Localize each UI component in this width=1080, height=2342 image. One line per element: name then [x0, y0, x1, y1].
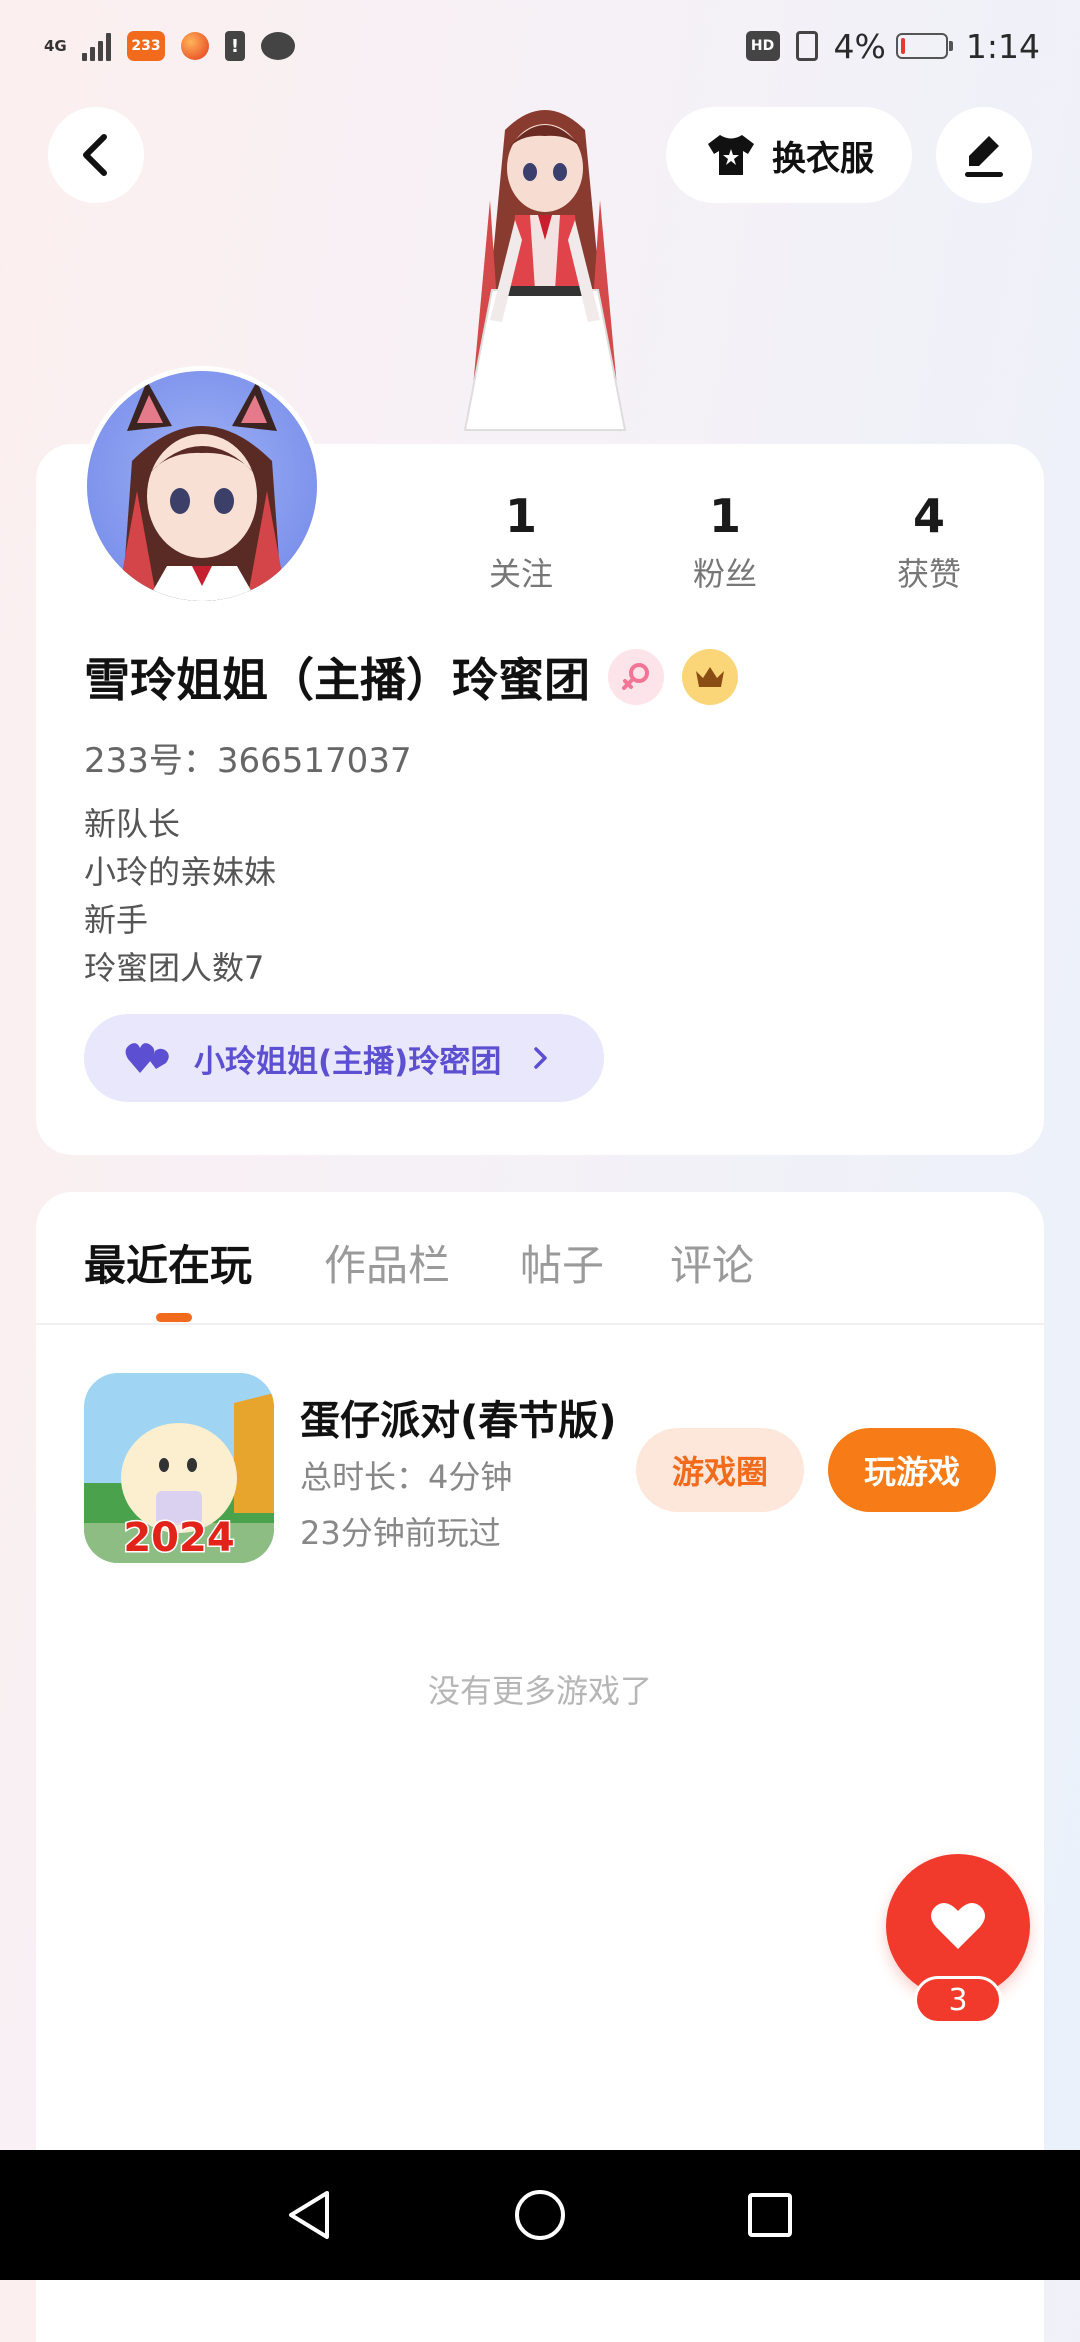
status-right: HD 4% 1:14	[745, 22, 1040, 70]
clock: 1:14	[965, 26, 1040, 66]
bio-line: 新手	[84, 901, 149, 939]
tab-comments[interactable]: 评论	[670, 1232, 754, 1293]
pen-icon	[965, 136, 1003, 177]
divider	[36, 1323, 1044, 1325]
tab-works[interactable]: 作品栏	[324, 1232, 450, 1293]
following-count: 1	[504, 489, 537, 543]
game-title[interactable]: 蛋仔派对(春节版)	[300, 1388, 620, 1446]
play-game-button[interactable]: 玩游戏	[828, 1428, 996, 1512]
signal-icon	[82, 31, 111, 61]
avatar-portrait	[117, 381, 287, 601]
tab-indicator	[156, 1313, 192, 1322]
tab-recently-played[interactable]: 最近在玩	[84, 1232, 252, 1293]
game-duration: 总时长：4分钟	[300, 1458, 513, 1496]
game-last-played: 23分钟前玩过	[300, 1514, 501, 1552]
game-icon[interactable]: 2024	[84, 1373, 274, 1563]
shirt-icon	[708, 135, 754, 175]
triangle-back-icon	[289, 2191, 329, 2239]
bio-line: 小玲的亲妹妹	[84, 853, 277, 891]
back-button[interactable]	[48, 107, 144, 203]
fan-group-label: 小玲姐姐(主播)玲密团	[194, 1043, 502, 1080]
avatar-character-figure[interactable]	[410, 90, 680, 450]
edit-profile-button[interactable]	[936, 107, 1032, 203]
hearts-icon	[125, 1043, 169, 1073]
message-icon	[261, 32, 295, 60]
back-arrow-icon	[83, 134, 107, 176]
heart-icon	[931, 1902, 985, 1949]
network-type: 4G	[44, 37, 67, 55]
crown-badge-icon	[682, 649, 738, 705]
status-bar: 4G 233 ! HD 4% 1:14	[0, 0, 1080, 90]
bio-line: 玲蜜团人数7	[84, 949, 265, 987]
notification-app-icon	[181, 32, 209, 60]
game-icon-year: 2024	[123, 1515, 234, 1561]
avatar[interactable]	[82, 366, 322, 606]
battery-percent: 4%	[833, 26, 886, 66]
likes-count: 4	[912, 489, 945, 543]
tab-posts[interactable]: 帖子	[520, 1232, 604, 1293]
name-row: 雪玲姐姐（主播）玲蜜团	[84, 644, 738, 710]
nav-back-button[interactable]	[195, 2150, 425, 2280]
alert-icon: !	[225, 31, 245, 61]
status-left: 4G 233 !	[44, 24, 295, 68]
stat-fans[interactable]: 1 粉丝	[645, 488, 805, 596]
fan-group-button[interactable]: 小玲姐姐(主播)玲密团	[84, 1014, 604, 1102]
game-circle-button[interactable]: 游戏圈	[636, 1428, 804, 1512]
fans-count: 1	[708, 489, 741, 543]
hd-icon: HD	[745, 31, 780, 61]
no-more-games-text: 没有更多游戏了	[427, 1672, 652, 1710]
system-nav-bar	[0, 2150, 1080, 2280]
fans-label: 粉丝	[692, 555, 757, 593]
stat-following[interactable]: 1 关注	[441, 488, 601, 596]
nav-recents-button[interactable]	[655, 2150, 885, 2280]
user-id: 233号：366517037	[84, 741, 412, 781]
square-recents-icon	[748, 2193, 792, 2237]
chevron-right-icon	[534, 1047, 548, 1069]
stat-likes[interactable]: 4 获赞	[849, 488, 1009, 596]
likes-label: 获赞	[896, 555, 961, 593]
bio: 新队长 小玲的亲妹妹 新手 玲蜜团人数7	[84, 800, 276, 992]
change-outfit-button[interactable]: 换衣服	[666, 107, 912, 203]
female-gender-icon	[608, 649, 664, 705]
following-label: 关注	[488, 555, 553, 593]
battery-icon	[895, 33, 953, 59]
circle-home-icon	[515, 2190, 565, 2240]
app-233-icon: 233	[127, 31, 165, 61]
bio-line: 新队长	[84, 805, 181, 843]
outfit-label: 换衣服	[772, 138, 874, 179]
nav-home-button[interactable]	[425, 2150, 655, 2280]
like-count-badge: 3	[914, 1976, 1002, 2024]
vibrate-icon	[795, 31, 818, 61]
username: 雪玲姐姐（主播）玲蜜团	[84, 653, 590, 707]
